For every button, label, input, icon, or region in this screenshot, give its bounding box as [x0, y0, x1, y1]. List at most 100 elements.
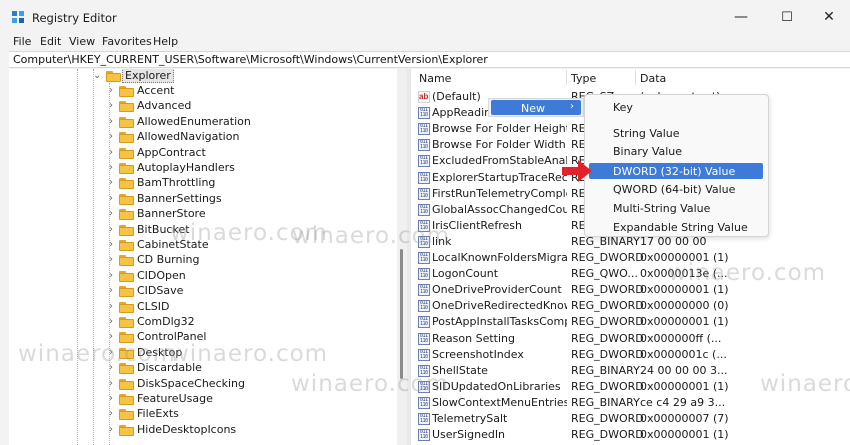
tree-item[interactable]: › CIDOpen [9, 269, 405, 284]
chevron-right-icon[interactable]: › [109, 147, 113, 158]
tree-item[interactable]: › BannerSettings [9, 192, 405, 207]
value-row[interactable]: 011 110 LogonCount REG_QWO... 0x0000013e (..… [411, 266, 850, 282]
binary-value-icon: 011 110 [418, 252, 430, 264]
tree-scrollbar-thumb[interactable] [400, 249, 403, 379]
value-row[interactable]: 011 110 Reason Setting REG_DWORD 0x000000ff … [411, 331, 850, 347]
chevron-right-icon[interactable]: › [109, 331, 113, 342]
value-row[interactable]: 011 110 SlowContextMenuEntries REG_BINARY ce… [411, 395, 850, 411]
chevron-right-icon[interactable]: › [109, 131, 113, 142]
tree-item[interactable]: › AllowedEnumeration [9, 115, 405, 130]
tree-item[interactable]: › FileExts [9, 407, 405, 422]
value-row[interactable]: 011 110 SIDUpdatedOnLibraries REG_DWORD 0x00… [411, 379, 850, 395]
value-data: 24 00 00 00 3... [640, 363, 728, 377]
value-name: UserSignedIn [432, 428, 506, 442]
tree-item[interactable]: › DiskSpaceChecking [9, 377, 405, 392]
tree-item[interactable]: › CLSID [9, 300, 405, 315]
tree-item[interactable]: › Desktop [9, 346, 405, 361]
submenu-expandable-string-value[interactable]: Expandable String Value [585, 219, 768, 235]
tree-item[interactable]: › AutoplayHandlers [9, 161, 405, 176]
tree-item[interactable]: › BitBucket [9, 223, 405, 238]
value-name: GlobalAssocChangedCounter [432, 202, 567, 216]
tree-item[interactable]: › FeatureUsage [9, 392, 405, 407]
chevron-right-icon[interactable]: › [109, 285, 113, 296]
chevron-right-icon[interactable]: › [109, 301, 113, 312]
tree-item[interactable]: › ComDlg32 [9, 315, 405, 330]
registry-editor-icon [12, 11, 24, 23]
tree-item[interactable]: › BamThrottling [9, 176, 405, 191]
chevron-right-icon[interactable]: › [109, 362, 113, 373]
value-row[interactable]: 011 110 UserSignedIn REG_DWORD 0x00000001 (1… [411, 427, 850, 443]
chevron-right-icon[interactable]: › [109, 85, 113, 96]
submenu-item-label: String Value [613, 127, 680, 140]
menu-favorites[interactable]: Favorites [102, 35, 152, 48]
chevron-right-icon[interactable]: › [109, 177, 113, 188]
maximize-button[interactable]: ☐ [773, 6, 801, 28]
chevron-right-icon[interactable]: › [109, 162, 113, 173]
tree-item[interactable]: › Discardable [9, 361, 405, 376]
tree-item[interactable]: › HideDesktopIcons [9, 423, 405, 438]
chevron-right-icon[interactable]: › [109, 100, 113, 111]
chevron-right-icon[interactable]: › [109, 270, 113, 281]
tree-item[interactable]: › ControlPanel [9, 330, 405, 345]
close-button[interactable]: ✕ [815, 6, 843, 28]
address-bar[interactable]: Computer\HKEY_CURRENT_USER\Software\Micr… [9, 51, 850, 68]
submenu-string-value[interactable]: String Value [585, 125, 768, 141]
chevron-right-icon[interactable]: › [109, 239, 113, 250]
value-row[interactable]: 011110OneDriveRedirectedKnownF... REG_DWO… [411, 298, 850, 314]
chevron-right-icon[interactable]: › [109, 393, 113, 404]
value-row[interactable]: 011 110 ShellState REG_BINARY 24 00 00 00 3.… [411, 363, 850, 379]
menu-edit[interactable]: Edit [40, 35, 61, 48]
key-tree-pane[interactable]: ⌄ Explorer › Accent › Advanced › AllowedEnumera… [9, 69, 405, 445]
tree-scrollbar[interactable] [397, 69, 407, 445]
submenu-binary-value[interactable]: Binary Value [585, 143, 768, 159]
column-divider [635, 70, 636, 85]
value-data: 0x00000007 (7) [640, 412, 729, 425]
tree-item[interactable]: › CabinetState [9, 238, 405, 253]
chevron-right-icon[interactable]: › [109, 208, 113, 219]
chevron-down-icon[interactable]: ⌄ [93, 70, 101, 81]
tree-item[interactable]: › Advanced [9, 99, 405, 114]
value-row[interactable]: 011 110 TelemetrySalt REG_DWORD 0x00000007 (… [411, 411, 850, 427]
minimize-button[interactable]: — [727, 6, 755, 28]
tree-item[interactable]: › AllowedNavigation [9, 130, 405, 145]
submenu-key[interactable]: Key [585, 99, 768, 115]
value-data: 0x00000000 (0) [640, 299, 729, 313]
chevron-right-icon[interactable]: › [109, 347, 113, 358]
tree-item-explorer[interactable]: ⌄ Explorer [9, 69, 405, 84]
tree-item-label: BitBucket [137, 222, 190, 236]
chevron-right-icon[interactable]: › [109, 378, 113, 389]
window-title: Registry Editor [32, 11, 117, 25]
tree-item[interactable]: › CIDSave [9, 284, 405, 299]
tree-item[interactable]: › BannerStore [9, 207, 405, 222]
column-header-data[interactable]: Data [640, 72, 666, 85]
chevron-right-icon[interactable]: › [109, 116, 113, 127]
value-row[interactable]: 011 110 OneDriveProviderCount REG_DWORD 0x00… [411, 282, 850, 298]
chevron-right-icon[interactable]: › [109, 408, 113, 419]
menu-help[interactable]: Help [153, 35, 178, 48]
submenu-multi-string-value[interactable]: Multi-String Value [585, 200, 768, 216]
value-row[interactable]: 011 110 ScreenshotIndex REG_DWORD 0x0000001c… [411, 347, 850, 363]
submenu-dword-value[interactable]: DWORD (32-bit) Value [589, 163, 763, 179]
tree-item[interactable]: › AppContract [9, 146, 405, 161]
value-type: REG_QWO... [571, 267, 638, 281]
chevron-right-icon[interactable]: › [109, 224, 113, 235]
chevron-right-icon[interactable]: › [109, 254, 113, 265]
value-name: IrisClientRefresh [432, 218, 522, 232]
chevron-right-icon[interactable]: › [109, 193, 113, 204]
menu-view[interactable]: View [69, 35, 95, 48]
chevron-right-icon[interactable]: › [109, 424, 113, 435]
submenu-qword-value[interactable]: QWORD (64-bit) Value [585, 181, 768, 197]
context-menu-new[interactable]: New › [491, 100, 581, 115]
tree-item[interactable]: › CD Burning [9, 253, 405, 268]
column-header-type[interactable]: Type [571, 72, 596, 85]
value-row[interactable]: 011110PostAppInstallTasksComple... REG_DW… [411, 314, 850, 330]
value-type: REG_DWORD [571, 331, 644, 345]
tree-item[interactable]: › Accent [9, 84, 405, 99]
value-row[interactable]: 011110LocalKnownFoldersMigrated REG_DWORD… [411, 250, 850, 266]
binary-value-icon: 011 110 [418, 332, 430, 345]
menu-file[interactable]: File [13, 35, 31, 48]
value-type: REG_DWORD [571, 347, 644, 361]
column-header-name[interactable]: Name [419, 72, 451, 85]
value-data: 0x0000013e (... [640, 267, 728, 281]
chevron-right-icon[interactable]: › [109, 316, 113, 327]
